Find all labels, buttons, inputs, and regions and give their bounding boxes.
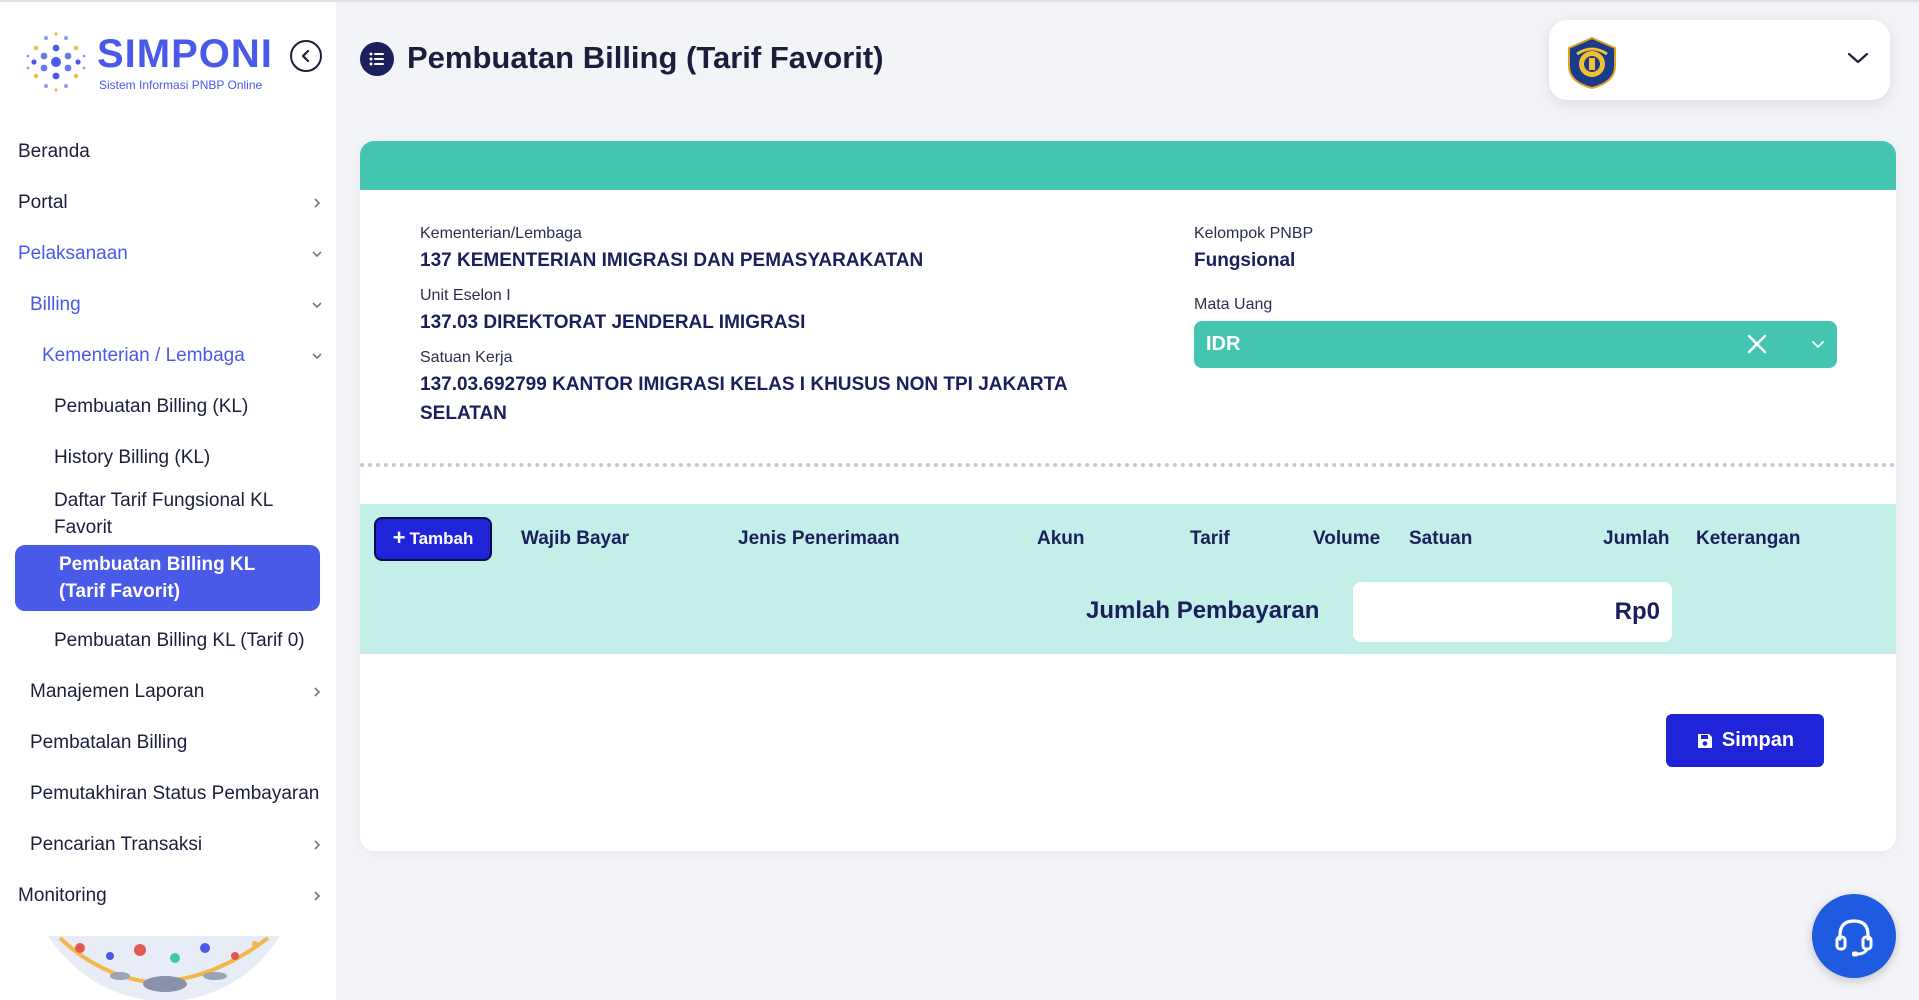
- total-amount-value: Rp0: [1614, 598, 1660, 625]
- list-icon: [360, 42, 394, 76]
- column-header: Wajib Bayar: [521, 528, 630, 549]
- app-name: SIMPONI: [97, 32, 273, 76]
- sidebar-item-label: Pelaksanaan: [18, 242, 128, 264]
- app-logo[interactable]: SIMPONI Sistem Informasi PNBP Online: [22, 28, 282, 98]
- sidebar-item-billing-tarif-favorit[interactable]: Pembuatan Billing KL (Tarif Favorit): [15, 545, 320, 611]
- eselon-label: Unit Eselon I: [420, 287, 511, 304]
- user-menu[interactable]: [1549, 20, 1890, 100]
- sidebar-item-label: Monitoring: [18, 884, 107, 906]
- sidebar-item-label: Pembuatan Billing KL (Tarif Favorit): [59, 554, 256, 602]
- sidebar-item-label: History Billing (KL): [54, 446, 211, 468]
- kelompok-label: Kelompok PNBP: [1194, 225, 1314, 242]
- sidebar-item-pembatalan-billing[interactable]: Pembatalan Billing: [0, 717, 336, 768]
- add-row-button[interactable]: + Tambah: [374, 517, 492, 561]
- billing-form-card: Kementerian/Lembaga 137 KEMENTERIAN IMIG…: [360, 141, 1896, 851]
- decorative-illustration: [48, 936, 280, 1000]
- save-button[interactable]: Simpan: [1666, 714, 1824, 767]
- sidebar-item-pencarian-transaksi[interactable]: Pencarian Transaksi: [0, 819, 336, 870]
- sidebar-item-label: Beranda: [18, 140, 90, 162]
- sidebar-item-label: Kementerian / Lembaga: [42, 344, 245, 366]
- sidebar-item-daftar-tarif-favorit[interactable]: Daftar Tarif Fungsional KL Favorit: [0, 483, 336, 541]
- sidebar: SIMPONI Sistem Informasi PNBP Online Ber…: [0, 2, 336, 1000]
- column-header: Tarif: [1190, 528, 1230, 549]
- chevron-right-icon: [314, 839, 321, 850]
- sidebar-item-beranda[interactable]: Beranda: [0, 126, 336, 177]
- column-header: Volume: [1313, 528, 1381, 549]
- sidebar-item-label: Pembatalan Billing: [30, 731, 188, 753]
- eselon-value: 137.03 DIREKTORAT JENDERAL IMIGRASI: [420, 312, 806, 333]
- column-header: Jenis Penerimaan: [738, 528, 900, 549]
- sidebar-item-manajemen-laporan[interactable]: Manajemen Laporan: [0, 666, 336, 717]
- card-header-bar: [360, 141, 1896, 190]
- sidebar-item-billing-tarif-0[interactable]: Pembuatan Billing KL (Tarif 0): [0, 615, 336, 666]
- add-row-label: Tambah: [409, 529, 474, 548]
- sidebar-item-pelaksanaan[interactable]: Pelaksanaan: [0, 228, 336, 279]
- sidebar-item-label: Portal: [18, 191, 68, 213]
- app-tagline: Sistem Informasi PNBP Online: [99, 78, 263, 92]
- mata-uang-label: Mata Uang: [1194, 296, 1273, 313]
- total-label: Jumlah Pembayaran: [1086, 597, 1320, 624]
- chevron-down-icon: [312, 301, 322, 308]
- mata-uang-value: IDR: [1206, 333, 1241, 355]
- collapse-sidebar-button[interactable]: [290, 40, 322, 72]
- chevron-down-icon: [1847, 52, 1869, 64]
- mata-uang-select[interactable]: IDR: [1194, 321, 1837, 368]
- sidebar-item-label: Pembuatan Billing KL (Tarif 0): [54, 629, 305, 651]
- column-header: Satuan: [1409, 528, 1473, 549]
- section-divider: [360, 463, 1896, 467]
- chevron-right-icon: [314, 197, 321, 208]
- headset-icon: [1835, 919, 1873, 957]
- sidebar-nav: Beranda Portal Pelaksanaan Billing Kemen…: [0, 126, 336, 921]
- column-header: Keterangan: [1696, 528, 1801, 549]
- sidebar-item-history-billing-kl[interactable]: History Billing (KL): [0, 432, 336, 483]
- sidebar-item-monitoring[interactable]: Monitoring: [0, 870, 336, 921]
- chevron-down-icon: [312, 250, 322, 257]
- save-icon: [1697, 733, 1712, 748]
- kementerian-label: Kementerian/Lembaga: [420, 225, 582, 242]
- save-label: Simpan: [1721, 729, 1795, 751]
- billing-table-header: + Tambah Wajib Bayar Jenis Penerimaan Ak…: [360, 504, 1896, 654]
- sidebar-item-label: Pencarian Transaksi: [30, 833, 203, 855]
- sidebar-item-label: Daftar Tarif Fungsional KL Favorit: [54, 490, 273, 538]
- chevron-down-icon: [312, 352, 322, 359]
- sidebar-item-kementerian-lembaga[interactable]: Kementerian / Lembaga: [0, 330, 336, 381]
- chevron-right-icon: [314, 890, 321, 901]
- sidebar-item-portal[interactable]: Portal: [0, 177, 336, 228]
- support-chat-button[interactable]: [1812, 894, 1896, 978]
- total-amount-field: Rp0: [1353, 582, 1672, 642]
- satker-value: 137.03.692799 KANTOR IMIGRASI KELAS I KH…: [420, 374, 1067, 424]
- chevron-down-icon[interactable]: [1810, 337, 1826, 351]
- sidebar-item-label: Billing: [30, 293, 81, 315]
- ministry-emblem-icon: [1568, 36, 1616, 90]
- chevron-right-icon: [314, 686, 321, 697]
- satker-label: Satuan Kerja: [420, 349, 513, 366]
- close-icon[interactable]: [1746, 333, 1768, 355]
- simponi-logo-icon: [26, 32, 86, 92]
- chevron-left-icon: [301, 49, 310, 63]
- column-header: Jumlah: [1603, 528, 1670, 549]
- sidebar-item-billing[interactable]: Billing: [0, 279, 336, 330]
- kementerian-value: 137 KEMENTERIAN IMIGRASI DAN PEMASYARAKA…: [420, 250, 924, 271]
- kelompok-value: Fungsional: [1194, 250, 1296, 271]
- column-header: Akun: [1037, 528, 1085, 549]
- plus-icon: +: [392, 525, 406, 550]
- sidebar-item-label: Pembuatan Billing (KL): [54, 395, 249, 417]
- sidebar-item-pembuatan-billing-kl[interactable]: Pembuatan Billing (KL): [0, 381, 336, 432]
- sidebar-item-label: Manajemen Laporan: [30, 680, 205, 702]
- page-title: Pembuatan Billing (Tarif Favorit): [407, 40, 884, 75]
- sidebar-item-pemutakhiran-status[interactable]: Pemutakhiran Status Pembayaran: [0, 768, 336, 819]
- sidebar-item-label: Pemutakhiran Status Pembayaran: [30, 782, 320, 804]
